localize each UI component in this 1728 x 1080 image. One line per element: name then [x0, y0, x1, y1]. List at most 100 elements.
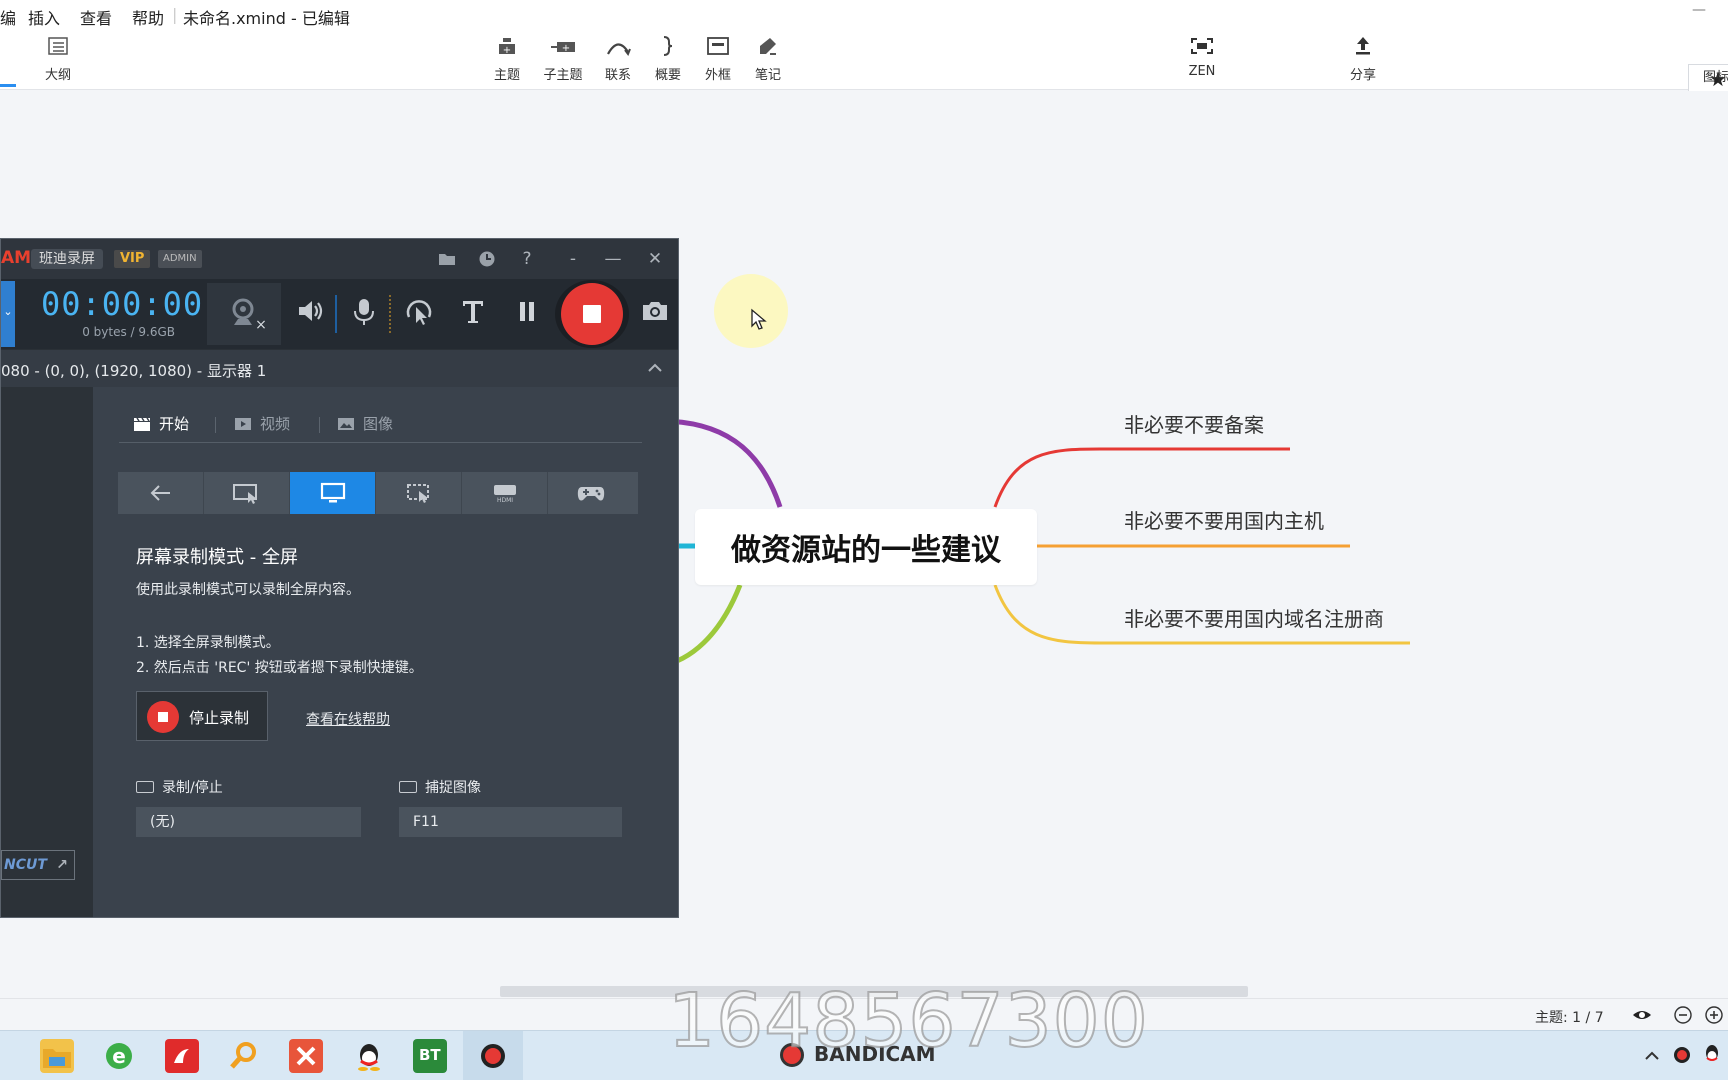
bandicam-main-panel: 开始 视频 图像 HDMI 屏幕录制模式 - 全屏 使用此录制模式可以录制全屏内…: [93, 387, 667, 911]
topic-button[interactable]: + 主题: [479, 34, 535, 83]
subtopic-label: 子主题: [543, 68, 583, 83]
note-button[interactable]: 笔记: [740, 34, 796, 83]
boundary-button[interactable]: 外框: [690, 34, 746, 83]
menu-help[interactable]: 帮助: [132, 5, 164, 29]
topic-count: 主题: 1 / 7: [1535, 1010, 1604, 1026]
tab-image[interactable]: 图像: [337, 413, 393, 434]
screenshot-button[interactable]: [635, 295, 675, 335]
webcam-toggle[interactable]: ×: [207, 283, 281, 345]
mode-rectangle-button[interactable]: [204, 472, 290, 514]
outline-label: 大纲: [44, 68, 71, 83]
hotkey-capture-label: 捕捉图像: [399, 777, 481, 797]
minimize-button[interactable]: —: [599, 245, 627, 273]
tab-video[interactable]: 视频: [234, 413, 290, 434]
wps-pdf-icon[interactable]: [165, 1039, 199, 1073]
search-tool-icon[interactable]: [226, 1039, 260, 1073]
hotkey-record-field[interactable]: (无): [136, 807, 361, 837]
speaker-toggle[interactable]: [290, 295, 330, 335]
text-overlay-toggle[interactable]: [453, 295, 493, 335]
topic-icon: +: [479, 34, 535, 62]
bandicam-taskbar-icon[interactable]: [476, 1039, 510, 1073]
stop-recording-large-button[interactable]: 停止录制: [136, 691, 268, 741]
bt-panel-icon[interactable]: BT: [413, 1039, 447, 1073]
icon-panel-label: 图标: [1703, 70, 1728, 85]
question-icon: ?: [522, 249, 532, 269]
mode-around-mouse-button[interactable]: [376, 472, 462, 514]
menu-view[interactable]: 查看: [80, 5, 112, 29]
pause-button[interactable]: [507, 295, 547, 335]
toolbar: 大纲 + 主题 + 子主题 联系 概要 外框 笔记 ZEN 分享 ★ 图标: [0, 30, 1728, 94]
zen-button[interactable]: ZEN: [1174, 34, 1230, 79]
zen-label: ZEN: [1188, 64, 1216, 79]
bandicam-app-name: 班迪录屏: [31, 249, 103, 269]
subtopic-no-domestic-host[interactable]: 非必要不要用国内主机: [1124, 505, 1324, 534]
relation-button[interactable]: 联系: [590, 34, 646, 83]
qq-icon[interactable]: [352, 1039, 386, 1073]
close-button[interactable]: ✕: [641, 245, 669, 273]
mode-dropdown[interactable]: ⌄: [1, 281, 15, 347]
svg-text:+: +: [503, 45, 511, 56]
cursor-highlight: [714, 274, 788, 348]
subtopic-icon: +: [535, 34, 591, 62]
bandicam-titlebar[interactable]: AM 班迪录屏 VIP ADMIN ? - — ✕: [1, 239, 678, 279]
subtopic-no-filing[interactable]: 非必要不要备案: [1124, 409, 1264, 438]
hdmi-icon: HDMI: [493, 485, 516, 504]
bandicam-tabs: 开始 视频 图像: [119, 409, 642, 443]
summary-button[interactable]: 概要: [640, 34, 696, 83]
relation-label: 联系: [604, 68, 631, 83]
tray-chevron-up-icon[interactable]: [1643, 1047, 1661, 1065]
tray-qq-icon[interactable]: [1702, 1043, 1722, 1067]
bandicut-link[interactable]: NCUT ↗: [1, 850, 75, 880]
menu-bar: 编 插入 查看 帮助 | 未命名.xmind - 已编辑 —: [0, 0, 1728, 30]
video-watermark: 1648567300: [667, 977, 1149, 1065]
note-label: 笔记: [754, 68, 781, 83]
tray-record-icon[interactable]: [1672, 1045, 1692, 1065]
menu-edit[interactable]: 编: [0, 5, 16, 29]
mode-back-button[interactable]: [118, 472, 204, 514]
keyboard-icon: [399, 781, 417, 793]
mini-mode-button[interactable]: -: [559, 245, 587, 273]
window-minimize-button[interactable]: —: [1692, 2, 1706, 18]
mode-step-1: 1. 选择全屏录制模式。: [136, 635, 280, 651]
xmind-icon[interactable]: [289, 1039, 323, 1073]
bandicam-control-bar: ⌄ 00:00:00 0 bytes / 9.6GB ×: [1, 279, 678, 349]
speaker-icon: [299, 301, 323, 321]
ie-browser-icon[interactable]: e: [102, 1039, 136, 1073]
cursor-click-icon: [406, 300, 432, 325]
chevron-down-icon: ⌄: [3, 305, 13, 318]
zoom-out-icon[interactable]: [1673, 1005, 1693, 1025]
microphone-toggle[interactable]: [344, 295, 384, 335]
file-explorer-icon[interactable]: [40, 1039, 74, 1073]
hotkey-capture-field[interactable]: F11: [399, 807, 622, 837]
stop-icon: [561, 283, 623, 345]
recording-mode-selector: HDMI: [118, 472, 638, 514]
zoom-in-icon[interactable]: [1704, 1005, 1724, 1025]
chevron-up-icon[interactable]: [646, 359, 664, 377]
outline-button[interactable]: 大纲: [30, 34, 86, 83]
bandicam-logo-text: AM: [1, 248, 32, 268]
pause-icon: [520, 302, 534, 321]
menu-insert[interactable]: 插入: [28, 5, 60, 29]
folder-button[interactable]: [433, 245, 461, 273]
mode-hdmi-button[interactable]: HDMI: [462, 472, 548, 514]
tab-home[interactable]: 开始: [133, 413, 189, 434]
schedule-button[interactable]: [473, 245, 501, 273]
eye-icon[interactable]: [1632, 1005, 1652, 1025]
mode-description: 使用此录制模式可以录制全屏内容。: [136, 582, 360, 598]
svg-text:+: +: [562, 43, 570, 54]
stop-recording-button[interactable]: [555, 280, 629, 348]
subtopic-button[interactable]: + 子主题: [535, 34, 591, 83]
online-help-link[interactable]: 查看在线帮助: [306, 709, 390, 729]
monitor-icon: [320, 482, 345, 503]
mouse-effects-toggle[interactable]: [399, 295, 439, 335]
mode-game-button[interactable]: [548, 472, 634, 514]
central-topic[interactable]: 做资源站的一些建议: [695, 509, 1037, 585]
subtopic-no-domestic-registrar[interactable]: 非必要不要用国内域名注册商: [1124, 603, 1384, 632]
capture-target-bar[interactable]: 080 - (0, 0), (1920, 1080) - 显示器 1: [1, 349, 678, 387]
stop-recording-label: 停止录制: [189, 709, 250, 727]
share-button[interactable]: 分享: [1335, 34, 1391, 83]
mode-fullscreen-button[interactable]: [290, 472, 376, 514]
minimize-icon: —: [604, 249, 622, 269]
mode-step-2: 2. 然后点击 'REC' 按钮或者摁下录制快捷键。: [136, 660, 423, 676]
help-button[interactable]: ?: [513, 245, 541, 273]
